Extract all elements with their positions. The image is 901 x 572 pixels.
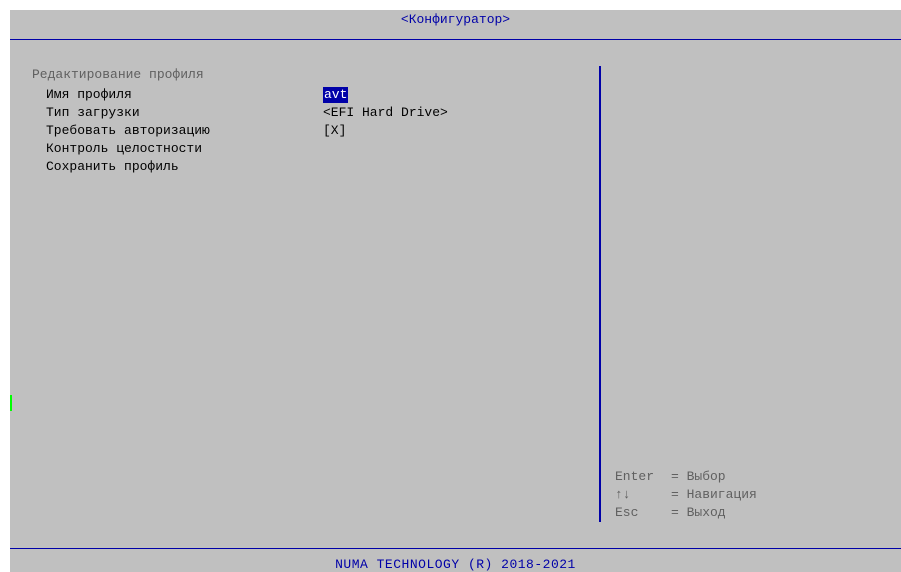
help-item-esc: Esc = Выход bbox=[615, 504, 726, 521]
menu-item-save-profile[interactable]: Сохранить профиль bbox=[46, 158, 179, 176]
bios-screen: <Конфигуратор> Редактирование профиля Им… bbox=[10, 10, 901, 572]
footer-copyright: NUMA TECHNOLOGY (R) 2018-2021 bbox=[335, 557, 576, 572]
section-title: Редактирование профиля bbox=[32, 67, 204, 82]
panel-divider bbox=[599, 66, 601, 522]
help-desc: = Выбор bbox=[671, 469, 726, 484]
menu-item-integrity-control[interactable]: Контроль целостности bbox=[46, 140, 202, 158]
menu-item-profile-name[interactable]: Имя профиля bbox=[46, 86, 132, 104]
help-key: ↑↓ bbox=[615, 487, 631, 502]
help-item-enter: Enter = Выбор bbox=[615, 468, 726, 485]
help-desc: = Навигация bbox=[671, 487, 757, 502]
menu-item-boot-type[interactable]: Тип загрузки bbox=[46, 104, 140, 122]
profile-name-field[interactable]: avt bbox=[323, 87, 349, 103]
help-item-navigation: ↑↓ = Навигация bbox=[615, 486, 757, 503]
help-key: Esc bbox=[615, 505, 639, 520]
window-title: <Конфигуратор> bbox=[400, 12, 511, 27]
help-desc: = Выход bbox=[671, 505, 726, 520]
boot-type-select[interactable]: <EFI Hard Drive> bbox=[323, 104, 448, 122]
require-auth-checkbox[interactable]: [X] bbox=[323, 122, 346, 140]
help-key: Enter bbox=[615, 469, 655, 484]
text-cursor bbox=[10, 395, 12, 411]
menu-item-require-auth[interactable]: Требовать авторизацию bbox=[46, 122, 210, 140]
footer-divider bbox=[10, 548, 901, 549]
header-divider bbox=[10, 39, 901, 40]
